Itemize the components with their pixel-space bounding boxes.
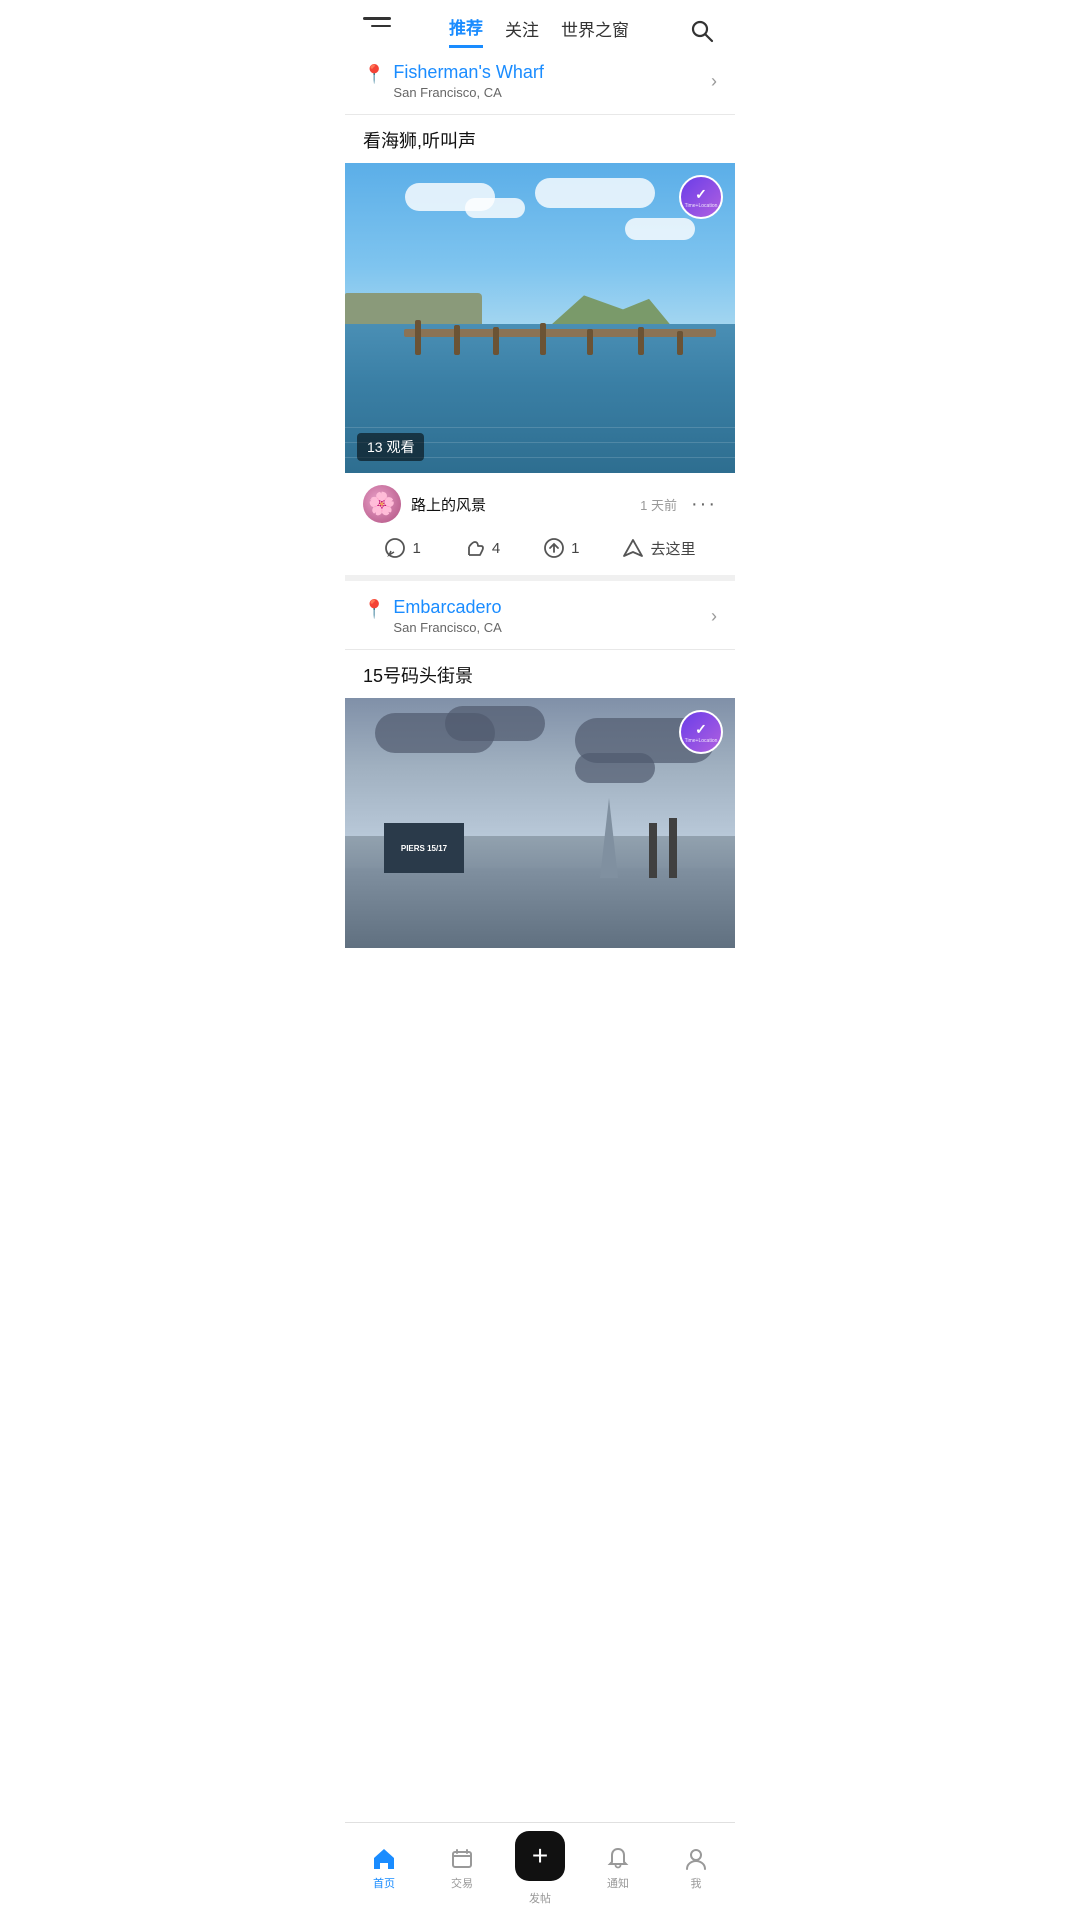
home-icon [371,1846,397,1872]
plus-icon: + [532,1842,548,1870]
bottom-nav: 首页 交易 + 发帖 通知 我 [345,1822,735,1920]
like-count: 4 [492,540,500,557]
me-icon [683,1846,709,1872]
nav-trade-label: 交易 [451,1875,473,1891]
tab-recommend[interactable]: 推荐 [449,14,483,48]
nav-home-label: 首页 [373,1875,395,1891]
tab-world[interactable]: 世界之窗 [561,16,629,47]
post1-actions: 1 4 1 去这里 [345,531,735,581]
nav-post[interactable]: + 发帖 [510,1831,570,1906]
post-time: 1 天前 [640,495,677,514]
location-sub: San Francisco, CA [393,85,543,100]
check-icon: ✓ [695,186,707,203]
location2-sub: San Francisco, CA [393,620,501,635]
chevron-right-icon: › [711,71,717,92]
nav-home[interactable]: 首页 [354,1846,414,1891]
avatar-icon: 🌸 [368,491,395,517]
badge-text: Time+Location [685,203,718,209]
nav-post-label: 发帖 [529,1890,551,1906]
location-name: Fisherman's Wharf [393,62,543,83]
nav-notify-label: 通知 [607,1875,629,1891]
more-options-button[interactable]: ··· [691,493,717,516]
location2-name: Embarcadero [393,597,501,618]
post1-title: 看海狮,听叫声 [345,115,735,163]
search-button[interactable] [687,16,717,46]
comment-button[interactable]: 1 [384,537,420,559]
like-icon [464,537,486,559]
tab-follow[interactable]: 关注 [505,16,539,47]
notify-icon [605,1846,631,1872]
share-icon [543,537,565,559]
trade-icon [449,1846,475,1872]
navigate-label: 去这里 [650,538,695,559]
navigate-button[interactable]: 去这里 [622,537,695,559]
header: 推荐 关注 世界之窗 [345,0,735,48]
swap-icon[interactable] [363,17,391,45]
post-button[interactable]: + [515,1831,565,1881]
post-author[interactable]: 🌸 路上的风景 [363,485,486,523]
author-name: 路上的风景 [411,494,486,515]
nav-notify[interactable]: 通知 [588,1846,648,1891]
post2-image[interactable]: PIERS 15/17 ✓ Time+Location [345,698,735,948]
pier-sign-text: PIERS 15/17 [401,844,447,853]
location-card-embarcadero[interactable]: 📍 Embarcadero San Francisco, CA › [345,583,735,650]
post2-title: 15号码头街景 [345,650,735,698]
post1-meta: 🌸 路上的风景 1 天前 ··· [345,473,735,531]
avatar: 🌸 [363,485,401,523]
location2-info: 📍 Embarcadero San Francisco, CA [363,597,502,635]
view-count-badge: 13 观看 [357,433,424,461]
street-lamp1 [669,818,677,878]
street-lamp2 [649,823,657,878]
like-button[interactable]: 4 [464,537,500,559]
location-card-fishermans-wharf[interactable]: 📍 Fisherman's Wharf San Francisco, CA › [345,48,735,115]
chevron2-right-icon: › [711,606,717,627]
nav-trade[interactable]: 交易 [432,1846,492,1891]
location-info: 📍 Fisherman's Wharf San Francisco, CA [363,62,544,100]
header-tabs: 推荐 关注 世界之窗 [449,14,629,48]
pin2-icon: 📍 [363,599,385,620]
pier-sign: PIERS 15/17 [384,823,464,873]
verified-badge2: ✓ Time+Location [679,710,723,754]
share-count: 1 [571,540,579,557]
pin-icon: 📍 [363,64,385,85]
comment-count: 1 [412,540,420,557]
comment-icon [384,537,406,559]
badge2-text: Time+Location [685,738,718,744]
share-button[interactable]: 1 [543,537,579,559]
verified-badge: ✓ Time+Location [679,175,723,219]
post1-image[interactable]: 13 观看 ✓ Time+Location [345,163,735,473]
check2-icon: ✓ [695,721,707,738]
navigate-icon [622,537,644,559]
nav-me[interactable]: 我 [666,1846,726,1891]
nav-me-label: 我 [691,1875,702,1891]
